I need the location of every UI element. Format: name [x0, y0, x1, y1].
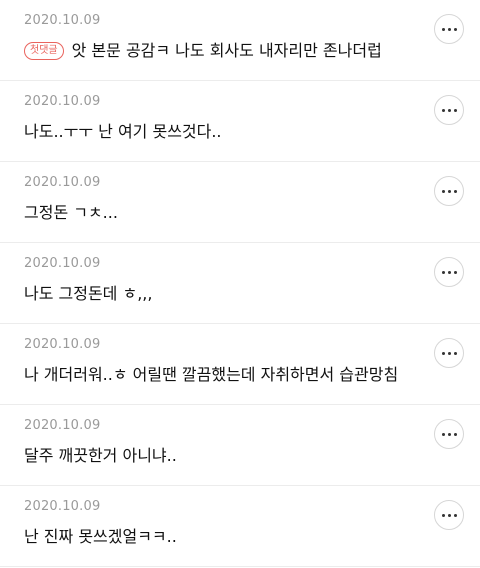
- comment-date: 2020.10.09: [24, 418, 101, 433]
- comment-text: 앗 본문 공감ㅋ 나도 회사도 내자리만 존나더럽: [71, 41, 382, 60]
- more-options-button[interactable]: [434, 257, 464, 287]
- comment-item: 2020.10.09 나 개더러워..ㅎ 어릴땐 깔끔했는데 자취하면서 습관망…: [0, 324, 480, 405]
- comment-date: 2020.10.09: [24, 337, 101, 352]
- comment-item: 2020.10.09 그정돈 ㄱㅊ...: [0, 162, 480, 243]
- more-options-button[interactable]: [434, 419, 464, 449]
- comment-body: 그정돈 ㄱㅊ...: [24, 202, 416, 224]
- comment-date: 2020.10.09: [24, 256, 101, 271]
- comment-list: 2020.10.09 첫댓글 앗 본문 공감ㅋ 나도 회사도 내자리만 존나더럽…: [0, 0, 480, 568]
- more-options-button[interactable]: [434, 176, 464, 206]
- comment-text: 나 개더러워..ㅎ 어릴땐 깔끔했는데 자취하면서 습관망침: [24, 365, 399, 384]
- more-dots-icon: [441, 189, 457, 193]
- more-dots-icon: [441, 108, 457, 112]
- more-dots-icon: [441, 513, 457, 517]
- comment-date: 2020.10.09: [24, 175, 101, 190]
- more-options-button[interactable]: [434, 95, 464, 125]
- comment-item: 2020.10.09 나도 그정돈데 ㅎ,,,: [0, 243, 480, 324]
- more-options-button[interactable]: [434, 14, 464, 44]
- first-comment-badge: 첫댓글: [24, 42, 64, 60]
- comment-body: 나도..ㅜㅜ 난 여기 못쓰것다..: [24, 121, 416, 143]
- comment-item: 2020.10.09 첫댓글 앗 본문 공감ㅋ 나도 회사도 내자리만 존나더럽: [0, 0, 480, 81]
- comment-date: 2020.10.09: [24, 94, 101, 109]
- more-dots-icon: [441, 270, 457, 274]
- comment-text: 그정돈 ㄱㅊ...: [24, 203, 118, 222]
- more-dots-icon: [441, 432, 457, 436]
- comment-item: 2020.10.09 난 진짜 못쓰겠얼ㅋㅋ..: [0, 486, 480, 567]
- comment-item: 2020.10.09 달주 깨끗한거 아니냐..: [0, 405, 480, 486]
- comment-text: 달주 깨끗한거 아니냐..: [24, 446, 177, 465]
- more-options-button[interactable]: [434, 500, 464, 530]
- comment-body: 나도 그정돈데 ㅎ,,,: [24, 283, 416, 305]
- comment-body: 나 개더러워..ㅎ 어릴땐 깔끔했는데 자취하면서 습관망침: [24, 364, 416, 386]
- comment-text: 나도 그정돈데 ㅎ,,,: [24, 284, 153, 303]
- comment-body: 달주 깨끗한거 아니냐..: [24, 445, 416, 467]
- comment-date: 2020.10.09: [24, 499, 101, 514]
- comment-body: 첫댓글 앗 본문 공감ㅋ 나도 회사도 내자리만 존나더럽: [24, 40, 416, 62]
- more-options-button[interactable]: [434, 338, 464, 368]
- comment-body: 난 진짜 못쓰겠얼ㅋㅋ..: [24, 526, 416, 548]
- more-dots-icon: [441, 27, 457, 31]
- comment-date: 2020.10.09: [24, 13, 101, 28]
- comment-text: 나도..ㅜㅜ 난 여기 못쓰것다..: [24, 122, 222, 141]
- comment-text: 난 진짜 못쓰겠얼ㅋㅋ..: [24, 527, 177, 546]
- comment-item: 2020.10.09 나도..ㅜㅜ 난 여기 못쓰것다..: [0, 81, 480, 162]
- more-dots-icon: [441, 351, 457, 355]
